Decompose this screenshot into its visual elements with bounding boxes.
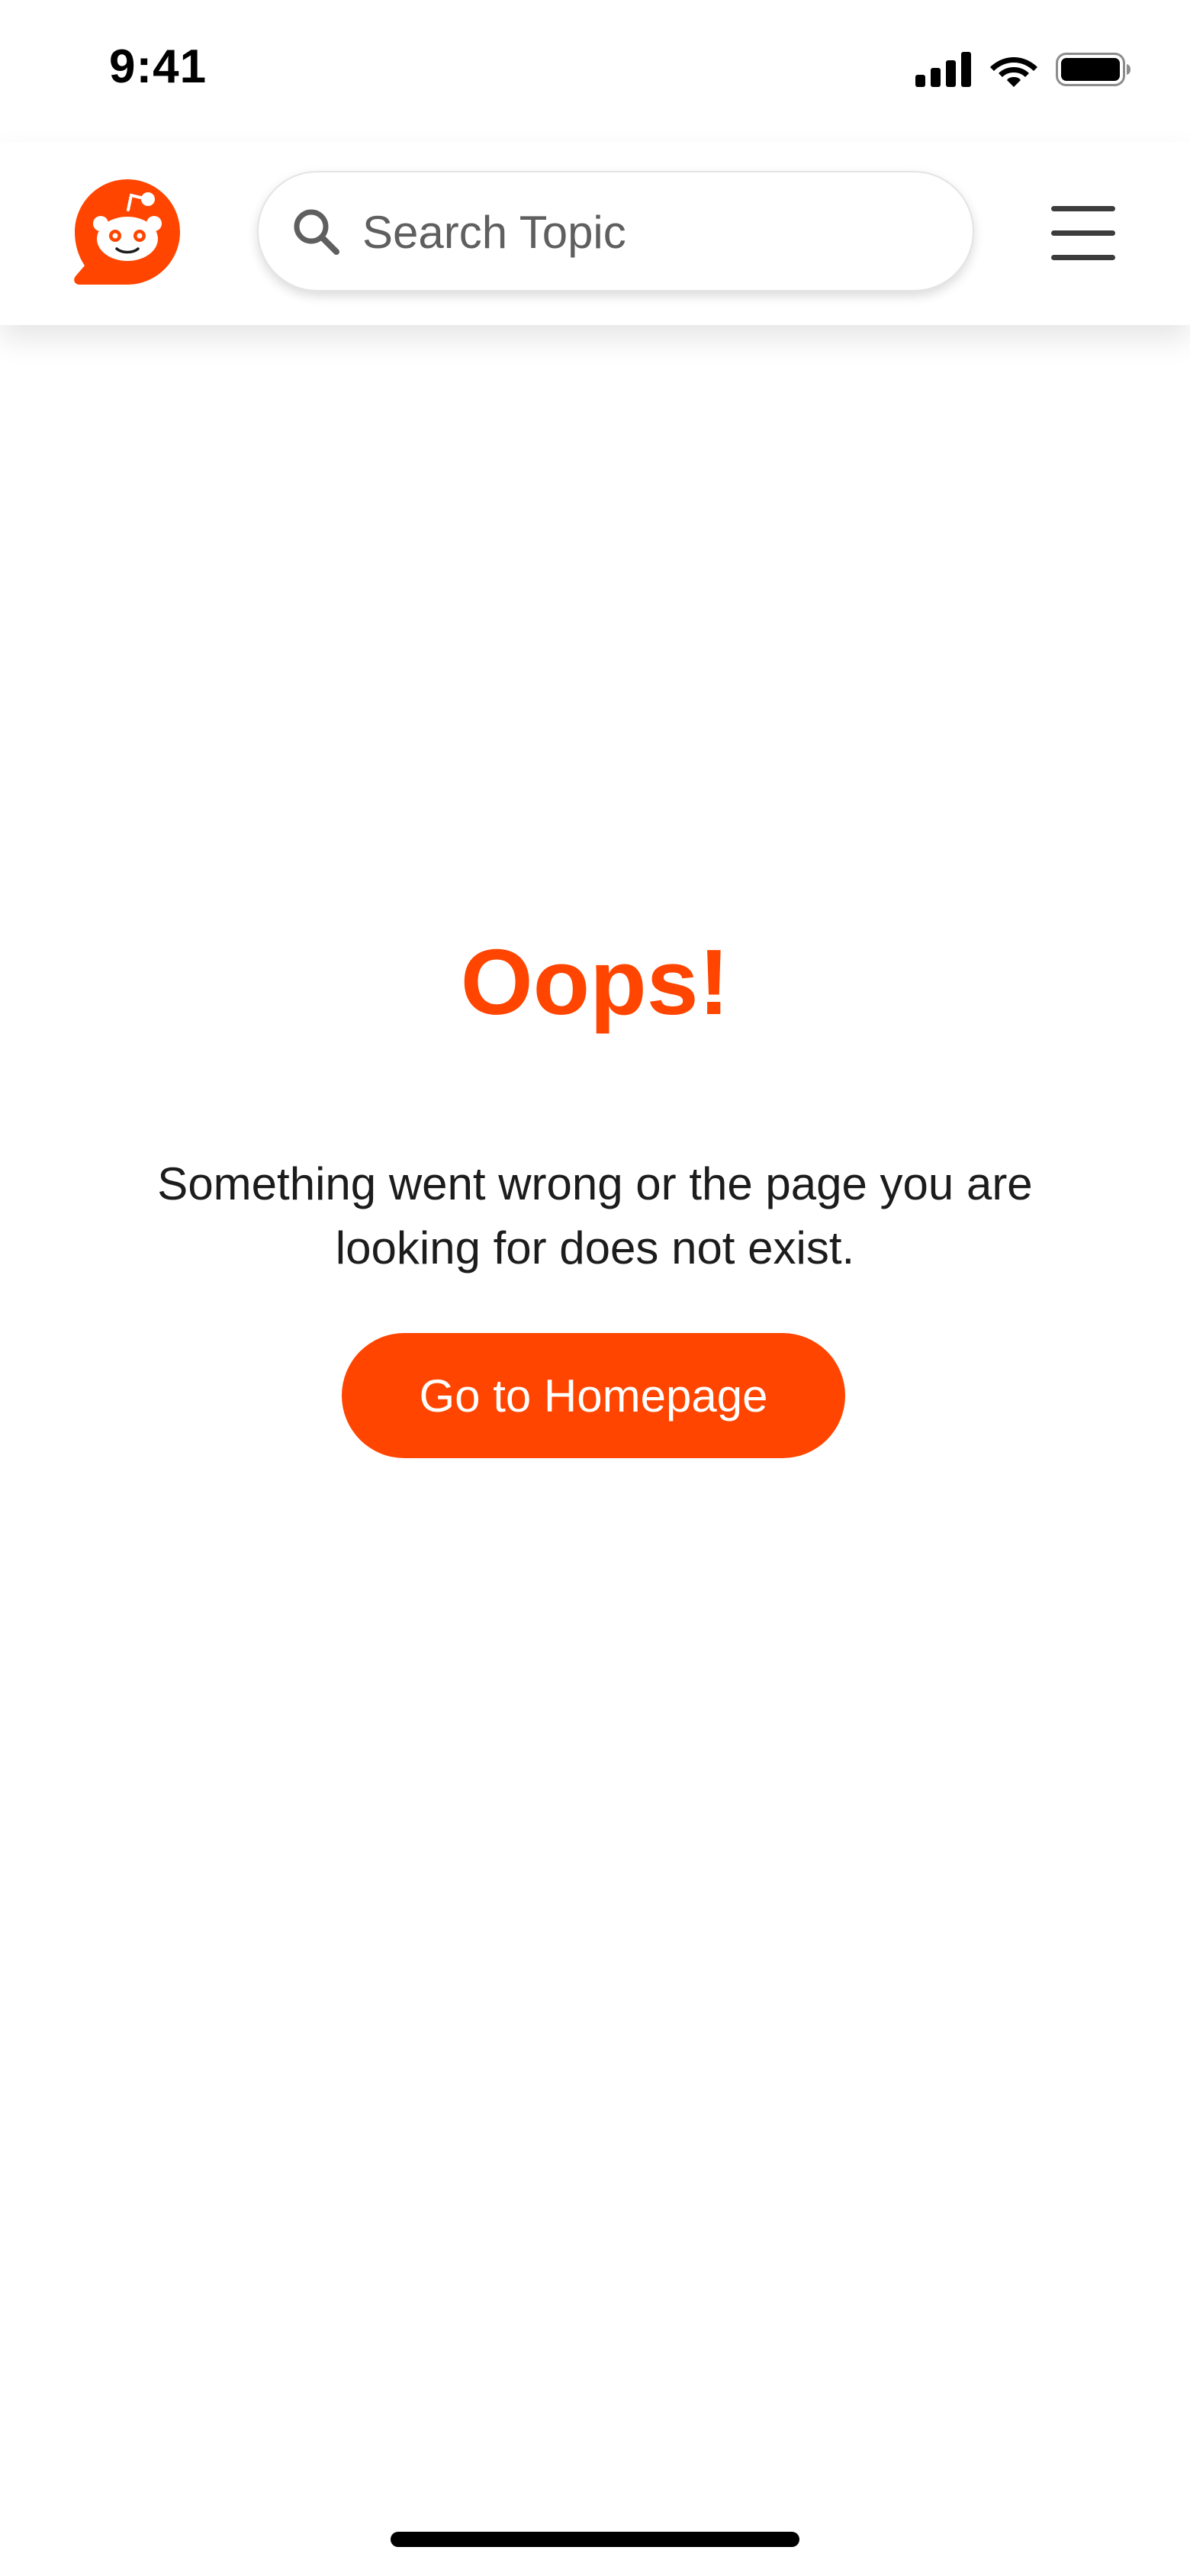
wifi-icon (990, 57, 1037, 87)
hamburger-menu-icon[interactable] (1045, 201, 1121, 266)
battery-icon (1056, 53, 1130, 86)
error-title: Oops! (460, 930, 730, 1034)
status-icons (915, 50, 1132, 89)
error-message: Something went wrong or the page you are… (157, 1158, 1033, 1274)
status-bar: 9:41 (0, 0, 1190, 142)
app-header (0, 142, 1190, 325)
go-to-homepage-button[interactable]: Go to Homepage (342, 1333, 845, 1458)
reddit-logo-icon[interactable] (72, 176, 183, 288)
search-input[interactable] (362, 195, 942, 269)
home-indicator[interactable] (391, 2532, 799, 2547)
status-time: 9:41 (109, 40, 207, 93)
search-bar[interactable] (257, 171, 974, 291)
search-icon (294, 209, 339, 255)
screen: 9:41 Search Topic Oops! Something went w… (0, 0, 1190, 2576)
cellular-signal-icon (915, 52, 971, 87)
